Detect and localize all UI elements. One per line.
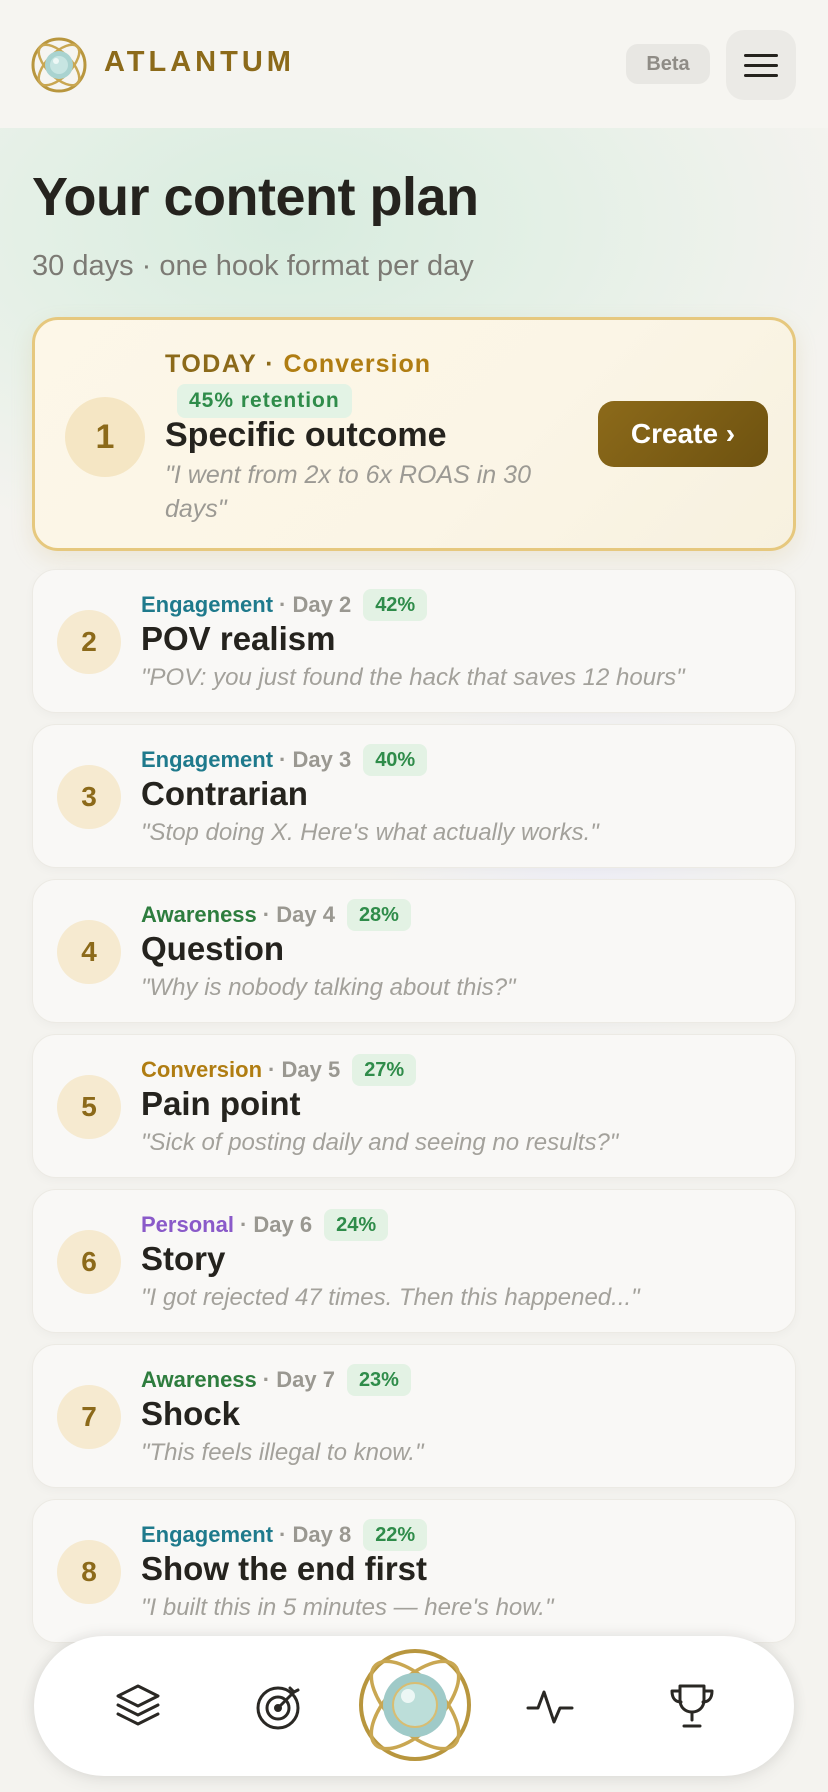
hook-example: "Stop doing X. Here's what actually work…	[141, 819, 599, 846]
day-card[interactable]: 2 Engagement · Day 2 42% POV realism "POV: yo…	[32, 569, 796, 713]
day-number-badge: 7	[57, 1385, 121, 1449]
hook-name: Question	[141, 930, 285, 967]
day-label: · Day 4	[262, 902, 335, 927]
trophy-icon[interactable]	[666, 1680, 718, 1732]
day-card[interactable]: 3 Engagement · Day 3 40% Contrarian "Stop doi…	[32, 724, 796, 868]
hamburger-icon-line	[744, 73, 778, 77]
category-label: Engagement	[141, 592, 274, 617]
target-icon[interactable]	[252, 1680, 304, 1732]
brand-name: ATLANTUM	[104, 46, 295, 78]
day-card[interactable]: 5 Conversion · Day 5 27% Pain point "Sick of …	[32, 1034, 796, 1178]
page-title: Your content plan	[32, 167, 479, 227]
day-meta: Conversion · Day 5 27%	[141, 1053, 417, 1087]
day-number-badge: 1	[65, 397, 145, 477]
day-label: · Day 8	[279, 1522, 352, 1547]
day-label: · Day 3	[279, 747, 352, 772]
hook-example: "Sick of posting daily and seeing no res…	[141, 1129, 619, 1156]
bottom-nav	[34, 1636, 794, 1776]
day-number-badge: 2	[57, 610, 121, 674]
retention-badge: 42%	[363, 589, 428, 621]
retention-badge: 28%	[346, 899, 411, 931]
hook-example: "POV: you just found the hack that saves…	[141, 664, 685, 691]
day-number-badge: 4	[57, 920, 121, 984]
day-label: · Day 5	[268, 1057, 341, 1082]
beta-badge: Beta	[626, 44, 710, 84]
day-number-badge: 8	[57, 1540, 121, 1604]
retention-badge: 40%	[363, 744, 428, 776]
hook-name: Contrarian	[141, 775, 308, 812]
hook-example: "I got rejected 47 times. Then this happ…	[141, 1284, 640, 1311]
day-label: · Day 2	[279, 592, 352, 617]
hook-name: Show the end first	[141, 1550, 428, 1587]
day-number-badge: 5	[57, 1075, 121, 1139]
today-card[interactable]: 1 TODAY · Conversion 45% retention Speci…	[32, 317, 796, 551]
retention-badge: 45% retention	[177, 384, 352, 418]
atlantum-orb-icon[interactable]	[354, 1644, 476, 1766]
day-label: · Day 6	[239, 1212, 313, 1237]
day-label: · Day 7	[262, 1367, 335, 1392]
hook-example: "I built this in 5 minutes — here's how.…	[141, 1594, 554, 1621]
day-number-badge: 6	[57, 1230, 121, 1294]
day-meta: Engagement · Day 8 22%	[141, 1518, 428, 1552]
day-card[interactable]: 4 Awareness · Day 4 28% Question "Why is nobo…	[32, 879, 796, 1023]
day-meta: Engagement · Day 2 42%	[141, 588, 428, 622]
category-label: Conversion	[141, 1057, 263, 1082]
hook-example: "This feels illegal to know."	[141, 1439, 424, 1466]
hamburger-icon-line	[744, 63, 778, 67]
menu-button[interactable]	[726, 30, 796, 100]
hook-name: POV realism	[141, 620, 336, 657]
category-label: Engagement	[141, 747, 274, 772]
today-hook-name: Specific outcome	[165, 416, 447, 454]
hook-name: Story	[141, 1240, 226, 1277]
category-label: Personal	[141, 1212, 234, 1237]
retention-badge: 24%	[324, 1209, 389, 1241]
day-meta: Engagement · Day 3 40%	[141, 743, 428, 777]
day-number-badge: 3	[57, 765, 121, 829]
category-label: Awareness	[141, 1367, 257, 1392]
category-label: Engagement	[141, 1522, 274, 1547]
retention-badge: 23%	[346, 1364, 411, 1396]
atlantum-logo-icon[interactable]	[30, 36, 88, 94]
hamburger-icon	[744, 53, 778, 57]
app-header: ATLANTUM Beta	[0, 0, 828, 128]
day-card[interactable]: 8 Engagement · Day 8 22% Show the end first "…	[32, 1499, 796, 1643]
retention-badge: 22%	[363, 1519, 428, 1551]
day-meta: Awareness · Day 7 23%	[141, 1363, 411, 1397]
hook-name: Shock	[141, 1395, 241, 1432]
page-subtitle: 30 days · one hook format per day	[32, 250, 474, 282]
day-meta: Personal · Day 6 24%	[141, 1208, 389, 1242]
category-label: Awareness	[141, 902, 257, 927]
hook-example: "Why is nobody talking about this?"	[141, 974, 516, 1001]
hook-name: Pain point	[141, 1085, 301, 1122]
today-prefix: TODAY ·	[165, 350, 284, 378]
today-label: TODAY · Conversion	[165, 350, 431, 379]
today-category: Conversion	[283, 350, 432, 378]
today-hook-example: "I went from 2x to 6x ROAS in 30 days"	[165, 461, 531, 523]
retention-badge: 27%	[352, 1054, 417, 1086]
day-card[interactable]: 6 Personal · Day 6 24% Story "I got rejected …	[32, 1189, 796, 1333]
activity-icon[interactable]	[524, 1680, 576, 1732]
day-card[interactable]: 7 Awareness · Day 7 23% Shock "This feels ill…	[32, 1344, 796, 1488]
layers-icon[interactable]	[112, 1680, 164, 1732]
create-button[interactable]: Create ›	[598, 401, 768, 467]
day-meta: Awareness · Day 4 28%	[141, 898, 411, 932]
